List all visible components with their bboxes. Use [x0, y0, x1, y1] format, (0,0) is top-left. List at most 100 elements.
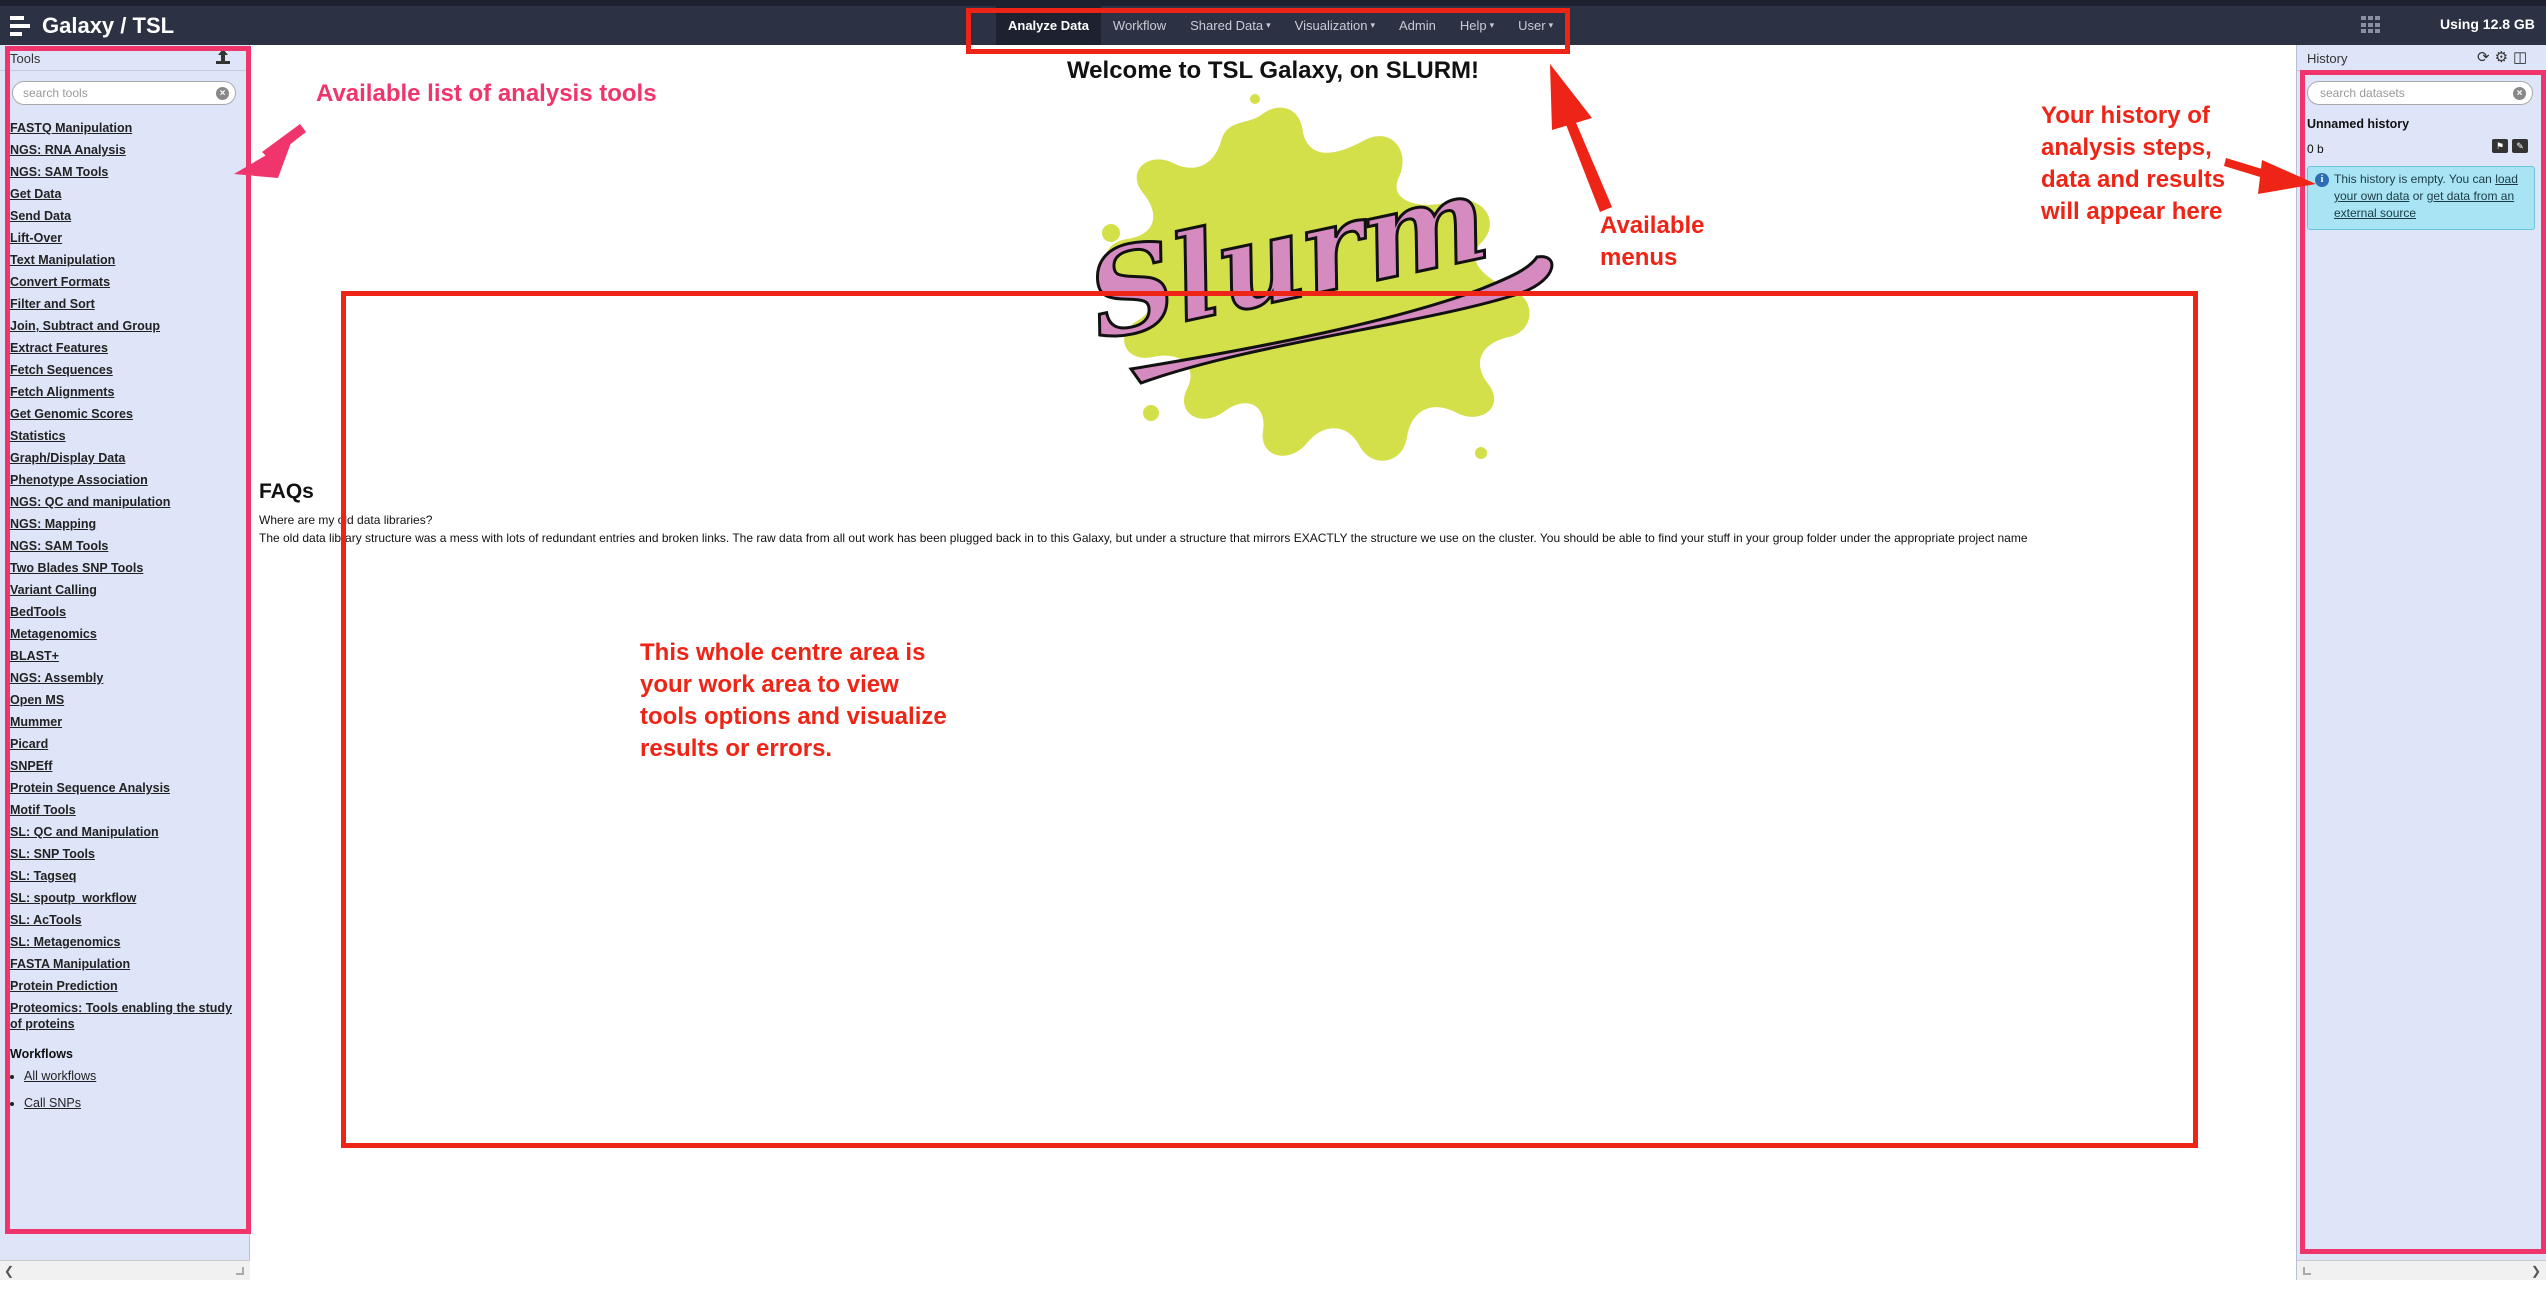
- nav-visualization[interactable]: Visualization ▾: [1283, 6, 1387, 45]
- tool-section-link[interactable]: NGS: SAM Tools: [10, 161, 238, 183]
- upload-icon[interactable]: [215, 49, 231, 65]
- nav-user[interactable]: User ▾: [1506, 6, 1565, 45]
- tool-section-link[interactable]: FASTA Manipulation: [10, 953, 238, 975]
- history-panel-header: History ⟳ ⚙ ◫: [2297, 45, 2546, 71]
- tool-section-link[interactable]: Filter and Sort: [10, 293, 238, 315]
- tool-section-link[interactable]: SNPEff: [10, 755, 238, 777]
- history-search: ×: [2307, 81, 2533, 105]
- workflow-link-call-snps[interactable]: Call SNPs: [24, 1094, 96, 1112]
- tool-section-link[interactable]: SL: Tagseq: [10, 865, 238, 887]
- tool-section-link[interactable]: Mummer: [10, 711, 238, 733]
- caret-down-icon: ▾: [1266, 20, 1271, 30]
- info-icon: i: [2315, 173, 2329, 187]
- tool-section-link[interactable]: Metagenomics: [10, 623, 238, 645]
- nav-shared-data[interactable]: Shared Data ▾: [1178, 6, 1283, 45]
- center-panel: Welcome to TSL Galaxy, on SLURM! Slurm F…: [251, 45, 2295, 1280]
- tool-section-link[interactable]: Text Manipulation: [10, 249, 238, 271]
- tool-section-link[interactable]: SL: QC and Manipulation: [10, 821, 238, 843]
- tool-section-link[interactable]: Proteomics: Tools enabling the study of …: [10, 997, 238, 1033]
- tool-section-link[interactable]: Phenotype Association: [10, 469, 238, 491]
- workflows-heading: Workflows: [10, 1047, 73, 1061]
- tool-section-link[interactable]: Statistics: [10, 425, 238, 447]
- galaxy-logo-icon: [10, 16, 32, 36]
- annotation-menus-label-2: menus: [1600, 244, 1678, 271]
- tool-section-link[interactable]: NGS: QC and manipulation: [10, 491, 238, 513]
- tool-search-input[interactable]: [13, 82, 203, 104]
- faq-answer: The old data library structure was a mes…: [259, 531, 2028, 545]
- annotation-center-label-1: This whole centre area is: [640, 639, 926, 666]
- tool-section-link[interactable]: BedTools: [10, 601, 238, 623]
- resize-grip-icon[interactable]: [236, 1267, 244, 1275]
- tool-section-link[interactable]: SL: Metagenomics: [10, 931, 238, 953]
- tool-section-link[interactable]: Open MS: [10, 689, 238, 711]
- refresh-icon[interactable]: ⟳: [2477, 48, 2490, 66]
- annotation-history-label-2: analysis steps,: [2041, 134, 2212, 161]
- tool-section-link[interactable]: Protein Prediction: [10, 975, 238, 997]
- nav-help[interactable]: Help ▾: [1448, 6, 1506, 45]
- tool-panel-title: Tools: [10, 51, 41, 66]
- history-panel-scrollbar[interactable]: ❯: [2297, 1260, 2546, 1280]
- brand[interactable]: Galaxy / TSL: [10, 10, 174, 42]
- workflow-list: All workflows Call SNPs: [24, 1067, 96, 1121]
- caret-down-icon: ▾: [1548, 20, 1554, 30]
- scroll-right-icon[interactable]: ❯: [2531, 1264, 2541, 1278]
- annotation-history-label-3: data and results: [2041, 166, 2226, 193]
- tool-section-link[interactable]: SL: AcTools: [10, 909, 238, 931]
- resize-grip-icon[interactable]: [2303, 1267, 2311, 1275]
- clear-search-icon[interactable]: ×: [216, 87, 229, 100]
- tool-section-link[interactable]: SL: SNP Tools: [10, 843, 238, 865]
- empty-text-prefix: This history is empty. You can: [2334, 172, 2496, 186]
- tool-section-link[interactable]: Fetch Alignments: [10, 381, 238, 403]
- tool-section-link[interactable]: Two Blades SNP Tools: [10, 557, 238, 579]
- faq-heading: FAQs: [259, 480, 314, 503]
- columns-icon[interactable]: ◫: [2513, 48, 2527, 66]
- tool-section-link[interactable]: NGS: SAM Tools: [10, 535, 238, 557]
- tool-section-link[interactable]: BLAST+: [10, 645, 238, 667]
- tool-section-link[interactable]: NGS: RNA Analysis: [10, 139, 238, 161]
- tool-section-link[interactable]: Protein Sequence Analysis: [10, 777, 238, 799]
- annotation-center-label-4: results or errors.: [640, 735, 833, 762]
- history-size: 0 b: [2307, 142, 2324, 156]
- brand-title[interactable]: Galaxy / TSL: [42, 13, 174, 39]
- history-panel: History ⟳ ⚙ ◫ × Unnamed history 0 b ⚑ ✎ …: [2296, 45, 2546, 1280]
- tool-section-link[interactable]: Send Data: [10, 205, 238, 227]
- tag-icon[interactable]: ⚑: [2492, 139, 2508, 153]
- tool-section-link[interactable]: NGS: Assembly: [10, 667, 238, 689]
- tool-section-link[interactable]: Variant Calling: [10, 579, 238, 601]
- empty-text-mid: or: [2409, 189, 2427, 203]
- apps-grid-icon[interactable]: [2361, 16, 2381, 34]
- annotation-history-label-4: will appear here: [2041, 198, 2223, 225]
- tool-section-link[interactable]: FASTQ Manipulation: [10, 117, 238, 139]
- tool-section-link[interactable]: Convert Formats: [10, 271, 238, 293]
- nav-admin[interactable]: Admin: [1387, 6, 1448, 45]
- history-search-input[interactable]: [2308, 82, 2498, 104]
- masthead: Galaxy / TSL Analyze Data Workflow Shared …: [0, 0, 2546, 45]
- caret-down-icon: ▾: [1370, 20, 1375, 30]
- tool-panel: Tools × FASTQ ManipulationNGS: RNA Analy…: [0, 45, 250, 1280]
- clear-search-icon[interactable]: ×: [2513, 87, 2526, 100]
- tool-section-link[interactable]: Extract Features: [10, 337, 238, 359]
- tool-section-link[interactable]: Join, Subtract and Group: [10, 315, 238, 337]
- gear-icon[interactable]: ⚙: [2495, 48, 2508, 66]
- tool-section-link[interactable]: Motif Tools: [10, 799, 238, 821]
- tool-section-link[interactable]: Graph/Display Data: [10, 447, 238, 469]
- nav-analyze-data[interactable]: Analyze Data: [996, 6, 1101, 45]
- quota-meter[interactable]: Using 12.8 GB: [2440, 16, 2535, 32]
- tool-panel-scrollbar[interactable]: ❮: [0, 1260, 250, 1280]
- tool-section-link[interactable]: Lift-Over: [10, 227, 238, 249]
- main-nav: Analyze Data Workflow Shared Data ▾ Visualiz…: [996, 6, 1565, 45]
- history-name[interactable]: Unnamed history: [2307, 117, 2409, 131]
- annotation-menus-label-1: Available: [1600, 212, 1705, 239]
- nav-workflow[interactable]: Workflow: [1101, 6, 1178, 45]
- tool-section-link[interactable]: SL: spoutp_workflow: [10, 887, 238, 909]
- workflow-link-all[interactable]: All workflows: [24, 1067, 96, 1085]
- tool-section-link[interactable]: Get Genomic Scores: [10, 403, 238, 425]
- nav-label: Help: [1459, 18, 1487, 33]
- scroll-left-icon[interactable]: ❮: [4, 1264, 14, 1278]
- tool-section-link[interactable]: NGS: Mapping: [10, 513, 238, 535]
- tool-section-link[interactable]: Get Data: [10, 183, 238, 205]
- tool-section-link[interactable]: Fetch Sequences: [10, 359, 238, 381]
- annotation-icon[interactable]: ✎: [2512, 139, 2528, 153]
- nav-label: Analyze Data: [1008, 18, 1089, 33]
- tool-section-link[interactable]: Picard: [10, 733, 238, 755]
